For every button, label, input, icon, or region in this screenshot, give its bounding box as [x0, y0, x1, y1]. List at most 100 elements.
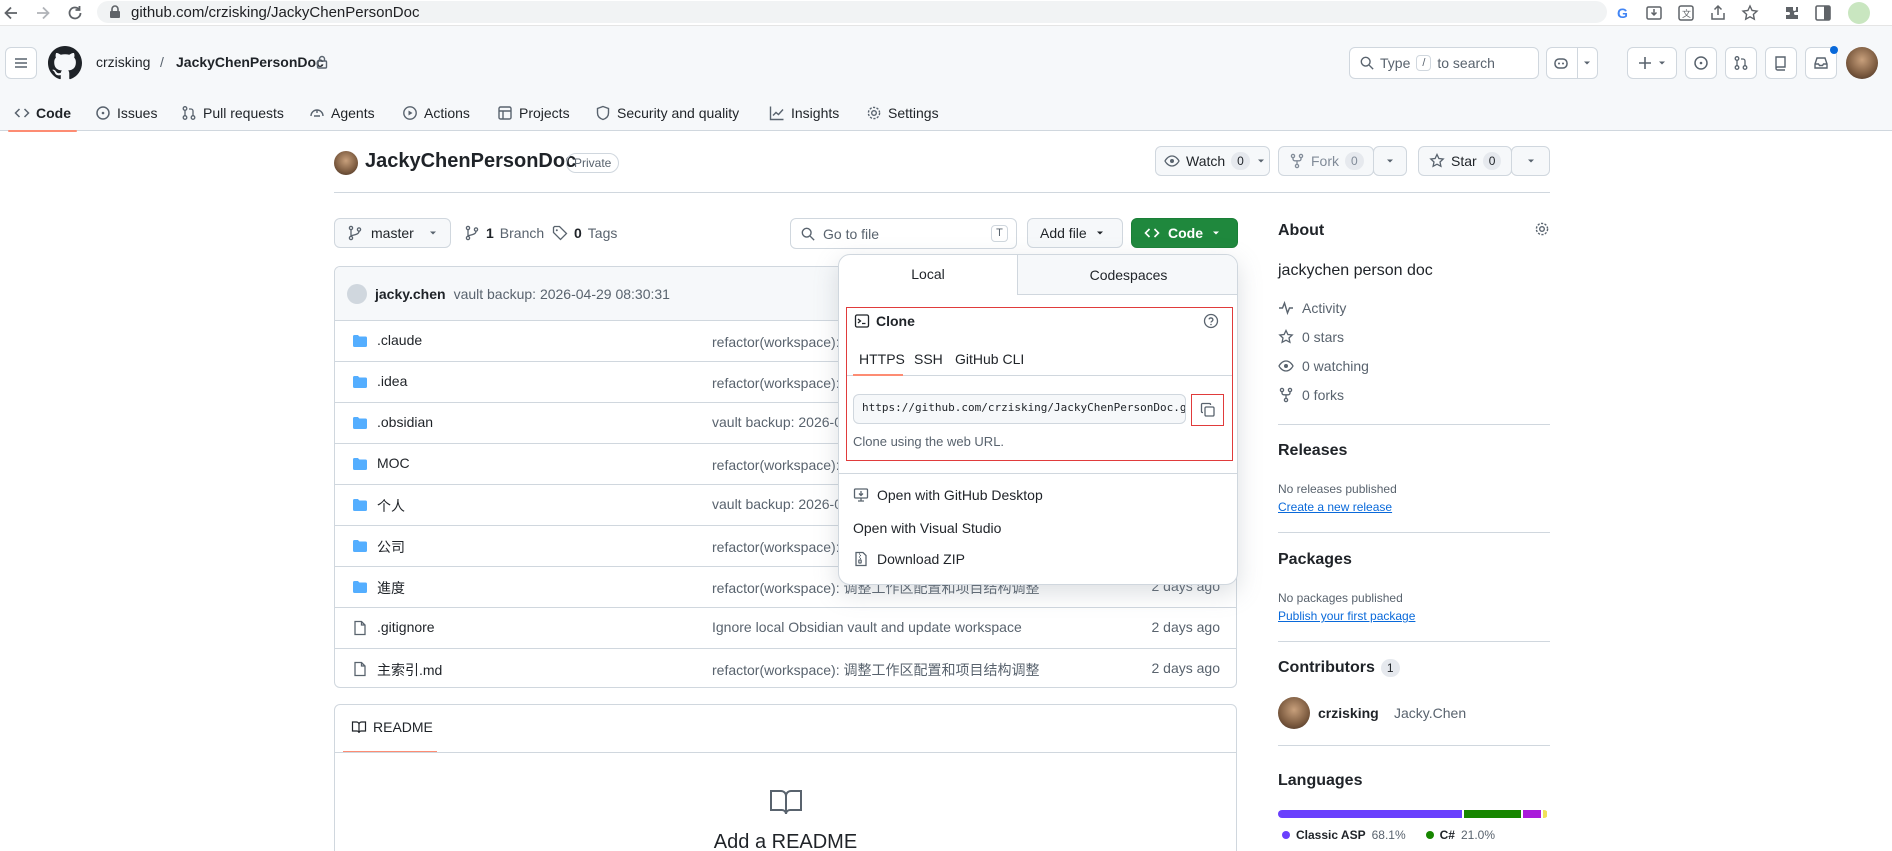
tab-actions[interactable]: Actions	[402, 96, 470, 130]
gear-icon[interactable]	[1534, 221, 1550, 237]
folder-icon	[352, 497, 368, 513]
tab-codespaces[interactable]: Codespaces	[1017, 255, 1237, 295]
publish-package-link[interactable]: Publish your first package	[1278, 609, 1415, 623]
language-name: C#	[1439, 828, 1455, 842]
open-with-desktop[interactable]: Open with GitHub Desktop	[853, 487, 1043, 503]
language-legend-item[interactable]: C# 21.0%	[1425, 828, 1495, 842]
profile-avatar-icon[interactable]	[1848, 2, 1870, 24]
tab-github-cli[interactable]: GitHub CLI	[955, 351, 1024, 367]
search-input[interactable]: Type / to search	[1349, 47, 1539, 79]
watching-link[interactable]: 0 watching	[1278, 358, 1369, 374]
path-separator: /	[160, 54, 164, 70]
clone-url-input[interactable]: https://github.com/crzisking/JackyChenPe…	[853, 394, 1186, 424]
add-readme-heading[interactable]: Add a README	[335, 831, 1236, 851]
file-name[interactable]: 主索引.md	[377, 660, 442, 680]
table-row[interactable]: .gitignore Ignore local Obsidian vault an…	[335, 608, 1236, 649]
repositories-button[interactable]	[1765, 47, 1797, 79]
chevron-down-icon	[1659, 61, 1665, 65]
tab-agents[interactable]: Agents	[309, 96, 375, 130]
tab-issues[interactable]: Issues	[95, 96, 157, 130]
fork-dropdown-button[interactable]	[1373, 146, 1407, 176]
file-name[interactable]: .gitignore	[377, 619, 435, 635]
tab-ssh[interactable]: SSH	[914, 351, 943, 367]
create-release-link[interactable]: Create a new release	[1278, 500, 1392, 514]
contributor-avatar[interactable]	[1278, 697, 1310, 729]
reload-icon[interactable]	[66, 4, 84, 22]
forks-link[interactable]: 0 forks	[1278, 387, 1344, 403]
file-name[interactable]: MOC	[377, 455, 410, 471]
packages-heading[interactable]: Packages	[1278, 551, 1352, 569]
menu-button[interactable]	[5, 47, 37, 79]
file-name[interactable]: .claude	[377, 332, 422, 348]
file-name[interactable]: 進度	[377, 578, 405, 598]
tab-code[interactable]: Code	[8, 96, 77, 132]
tags-link[interactable]: 0 Tags	[552, 225, 617, 241]
translate-icon[interactable]: 文	[1677, 4, 1695, 22]
file-name[interactable]: .obsidian	[377, 414, 433, 430]
forward-icon[interactable]	[34, 4, 52, 22]
file-name[interactable]: .idea	[377, 373, 407, 389]
tab-insights[interactable]: Insights	[769, 96, 839, 130]
add-file-button[interactable]: Add file	[1027, 218, 1123, 248]
issues-button[interactable]	[1685, 47, 1717, 79]
releases-heading[interactable]: Releases	[1278, 442, 1347, 460]
code-button[interactable]: Code	[1131, 218, 1238, 248]
github-logo-icon[interactable]	[48, 46, 82, 80]
fork-button[interactable]: Fork 0	[1278, 146, 1374, 176]
contributor-login[interactable]: crzisking	[1318, 705, 1379, 721]
sidepanel-icon[interactable]	[1814, 4, 1832, 22]
address-bar[interactable]: github.com/crzisking/JackyChenPersonDoc	[97, 1, 1607, 23]
commit-author-avatar[interactable]	[347, 283, 367, 304]
tab-security[interactable]: Security and quality	[595, 96, 739, 130]
table-row[interactable]: 主索引.md refactor(workspace): 调整工作区配置和项目结构调…	[335, 649, 1236, 687]
create-new-button[interactable]	[1627, 47, 1677, 79]
file-name[interactable]: 个人	[377, 496, 405, 516]
install-icon[interactable]	[1645, 4, 1663, 22]
repo-link[interactable]: JackyChenPersonDoc	[176, 54, 324, 70]
active-protocol-underline	[853, 374, 903, 376]
question-icon[interactable]	[1203, 313, 1219, 329]
google-icon[interactable]: G	[1614, 4, 1632, 22]
commit-message[interactable]: vault backup: 2026-04-29 08:30:31	[454, 286, 670, 302]
bookmark-star-icon[interactable]	[1741, 4, 1759, 22]
tab-settings[interactable]: Settings	[866, 96, 939, 130]
tab-pull-requests[interactable]: Pull requests	[181, 96, 284, 130]
repo-title[interactable]: JackyChenPersonDoc	[365, 150, 576, 173]
stars-link[interactable]: 0 stars	[1278, 329, 1344, 345]
tag-label: Tags	[587, 225, 618, 241]
file-commit-message[interactable]: Ignore local Obsidian vault and update w…	[712, 619, 1022, 635]
copy-url-button[interactable]	[1191, 394, 1224, 426]
watch-count: 0	[1231, 152, 1250, 170]
language-legend-item[interactable]: Classic ASP 68.1%	[1282, 828, 1406, 842]
activity-link[interactable]: Activity	[1278, 300, 1346, 316]
star-dropdown-button[interactable]	[1511, 146, 1550, 176]
readme-tab[interactable]: README	[351, 719, 433, 735]
watch-button[interactable]: Watch 0	[1155, 146, 1270, 176]
tab-projects[interactable]: Projects	[497, 96, 570, 130]
contributors-heading[interactable]: Contributors 1	[1278, 659, 1400, 677]
extensions-icon[interactable]	[1783, 4, 1801, 22]
language-percent: 21.0%	[1460, 828, 1495, 842]
owner-link[interactable]: crzisking	[96, 54, 150, 70]
book-icon	[351, 721, 367, 734]
repo-owner-avatar[interactable]	[334, 151, 358, 175]
tab-https[interactable]: HTTPS	[859, 351, 905, 367]
tab-local[interactable]: Local	[839, 255, 1017, 295]
inbox-button[interactable]	[1805, 46, 1838, 79]
go-to-file-input[interactable]: Go to file T	[790, 218, 1017, 249]
file-commit-message[interactable]: refactor(workspace): 调整工作区配置和项目结构调整	[712, 660, 1039, 680]
user-avatar[interactable]	[1846, 47, 1878, 79]
copilot-button[interactable]	[1546, 47, 1598, 79]
branches-link[interactable]: 1 Branch	[464, 225, 544, 241]
share-icon[interactable]	[1709, 4, 1727, 22]
branch-icon	[348, 225, 362, 241]
pull-requests-button[interactable]	[1725, 47, 1757, 79]
branch-selector[interactable]: master	[334, 218, 451, 248]
open-with-visual-studio[interactable]: Open with Visual Studio	[853, 520, 1001, 536]
file-name[interactable]: 公司	[377, 537, 405, 557]
back-icon[interactable]	[2, 4, 20, 22]
issue-icon	[96, 106, 110, 120]
commit-author[interactable]: jacky.chen	[375, 286, 446, 302]
download-zip[interactable]: Download ZIP	[853, 551, 965, 567]
star-button[interactable]: Star 0	[1418, 146, 1512, 176]
